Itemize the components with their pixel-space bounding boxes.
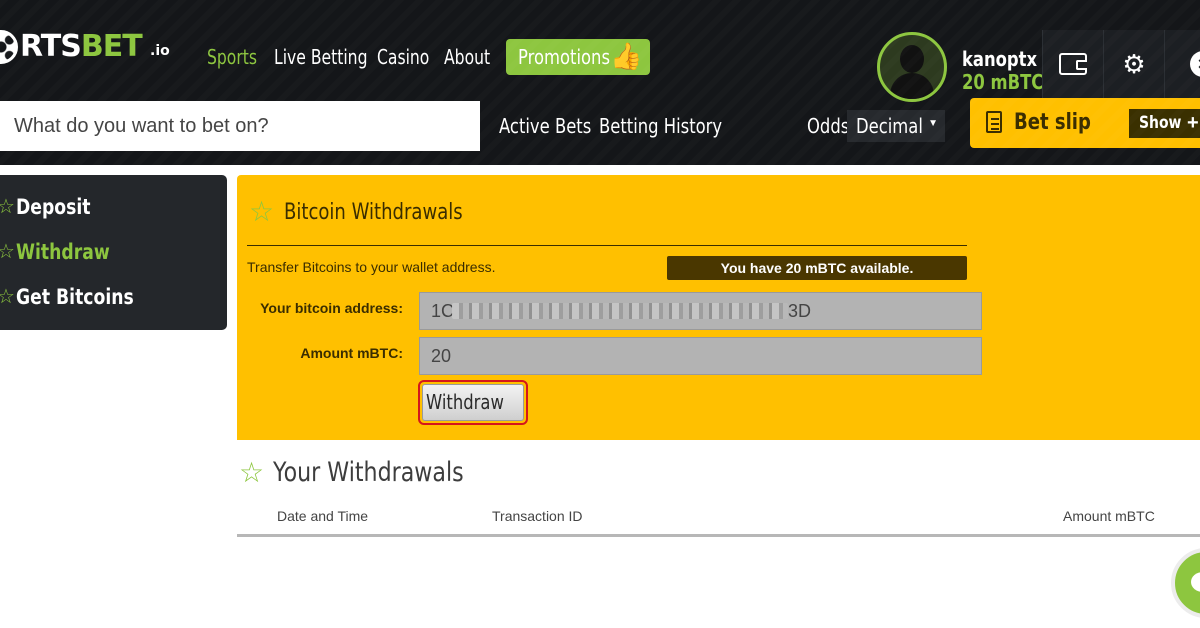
column-header-amount[interactable]: Amount mBTC	[1063, 507, 1155, 525]
bet-slip-show-button[interactable]: Show +	[1129, 109, 1200, 138]
plus-icon: +	[1187, 112, 1199, 134]
address-end: 3D	[788, 301, 812, 321]
active-bets-link[interactable]: Active Bets	[499, 112, 612, 140]
top-header: RTSBET .io Sports Live Betting Casino Ab…	[0, 0, 1200, 165]
logo-text: RTSBET	[20, 29, 143, 64]
star-icon: ☆	[0, 286, 15, 308]
column-header-transaction-id[interactable]: Transaction ID	[492, 507, 583, 525]
caret-down-icon: ▼	[928, 118, 938, 129]
nav-sports[interactable]: Sports	[207, 44, 271, 70]
close-icon: ×	[1190, 51, 1200, 77]
panel-title: Bitcoin Withdrawals	[284, 200, 463, 225]
avatar[interactable]	[877, 32, 947, 102]
bet-slip-bar[interactable]: Bet slip Show +	[970, 98, 1200, 148]
withdraw-button[interactable]: Withdraw	[418, 380, 528, 425]
transfer-instructions: Transfer Bitcoins to your wallet address…	[247, 259, 496, 275]
chat-bubble-icon	[1191, 572, 1200, 592]
star-icon: ☆	[249, 196, 275, 227]
soccer-ball-icon	[0, 30, 18, 64]
available-balance-badge: You have 20 mBTC available.	[667, 256, 967, 280]
bitcoin-address-label: Your bitcoin address:	[260, 300, 403, 316]
address-start: 1C	[431, 301, 455, 321]
nav-live-betting[interactable]: Live Betting	[274, 44, 394, 70]
star-icon: ☆	[239, 457, 265, 488]
logo-suffix: .io	[150, 43, 170, 59]
your-withdrawals-title: Your Withdrawals	[273, 457, 464, 488]
wallet-button[interactable]	[1042, 30, 1103, 98]
clipboard-icon	[986, 111, 1002, 133]
amount-field[interactable]	[419, 337, 982, 375]
star-icon: ☆	[0, 196, 15, 218]
star-icon: ☆	[0, 241, 15, 263]
settings-button[interactable]: ⚙	[1103, 30, 1164, 98]
divider	[247, 245, 967, 246]
redacted-address	[452, 303, 788, 319]
betting-history-link[interactable]: Betting History	[599, 112, 749, 140]
amount-label: Amount mBTC:	[300, 345, 403, 361]
nav-casino[interactable]: Casino	[377, 44, 444, 70]
gear-icon: ⚙	[1122, 49, 1146, 79]
table-divider	[237, 534, 1200, 537]
nav-about[interactable]: About	[444, 44, 503, 70]
logout-button[interactable]: ×	[1164, 30, 1200, 98]
thumbs-up-icon: 👍	[610, 41, 643, 71]
odds-format-select[interactable]: Decimal ▼	[847, 110, 945, 142]
search-input[interactable]	[0, 101, 480, 151]
promotions-button[interactable]: Promotions 👍	[506, 39, 650, 75]
bet-slip-title: Bet slip	[1014, 110, 1091, 135]
chat-button[interactable]	[1171, 548, 1200, 618]
wallet-icon	[1059, 53, 1087, 75]
username[interactable]: kanoptx	[962, 47, 1054, 71]
column-header-date[interactable]: Date and Time	[277, 507, 368, 525]
